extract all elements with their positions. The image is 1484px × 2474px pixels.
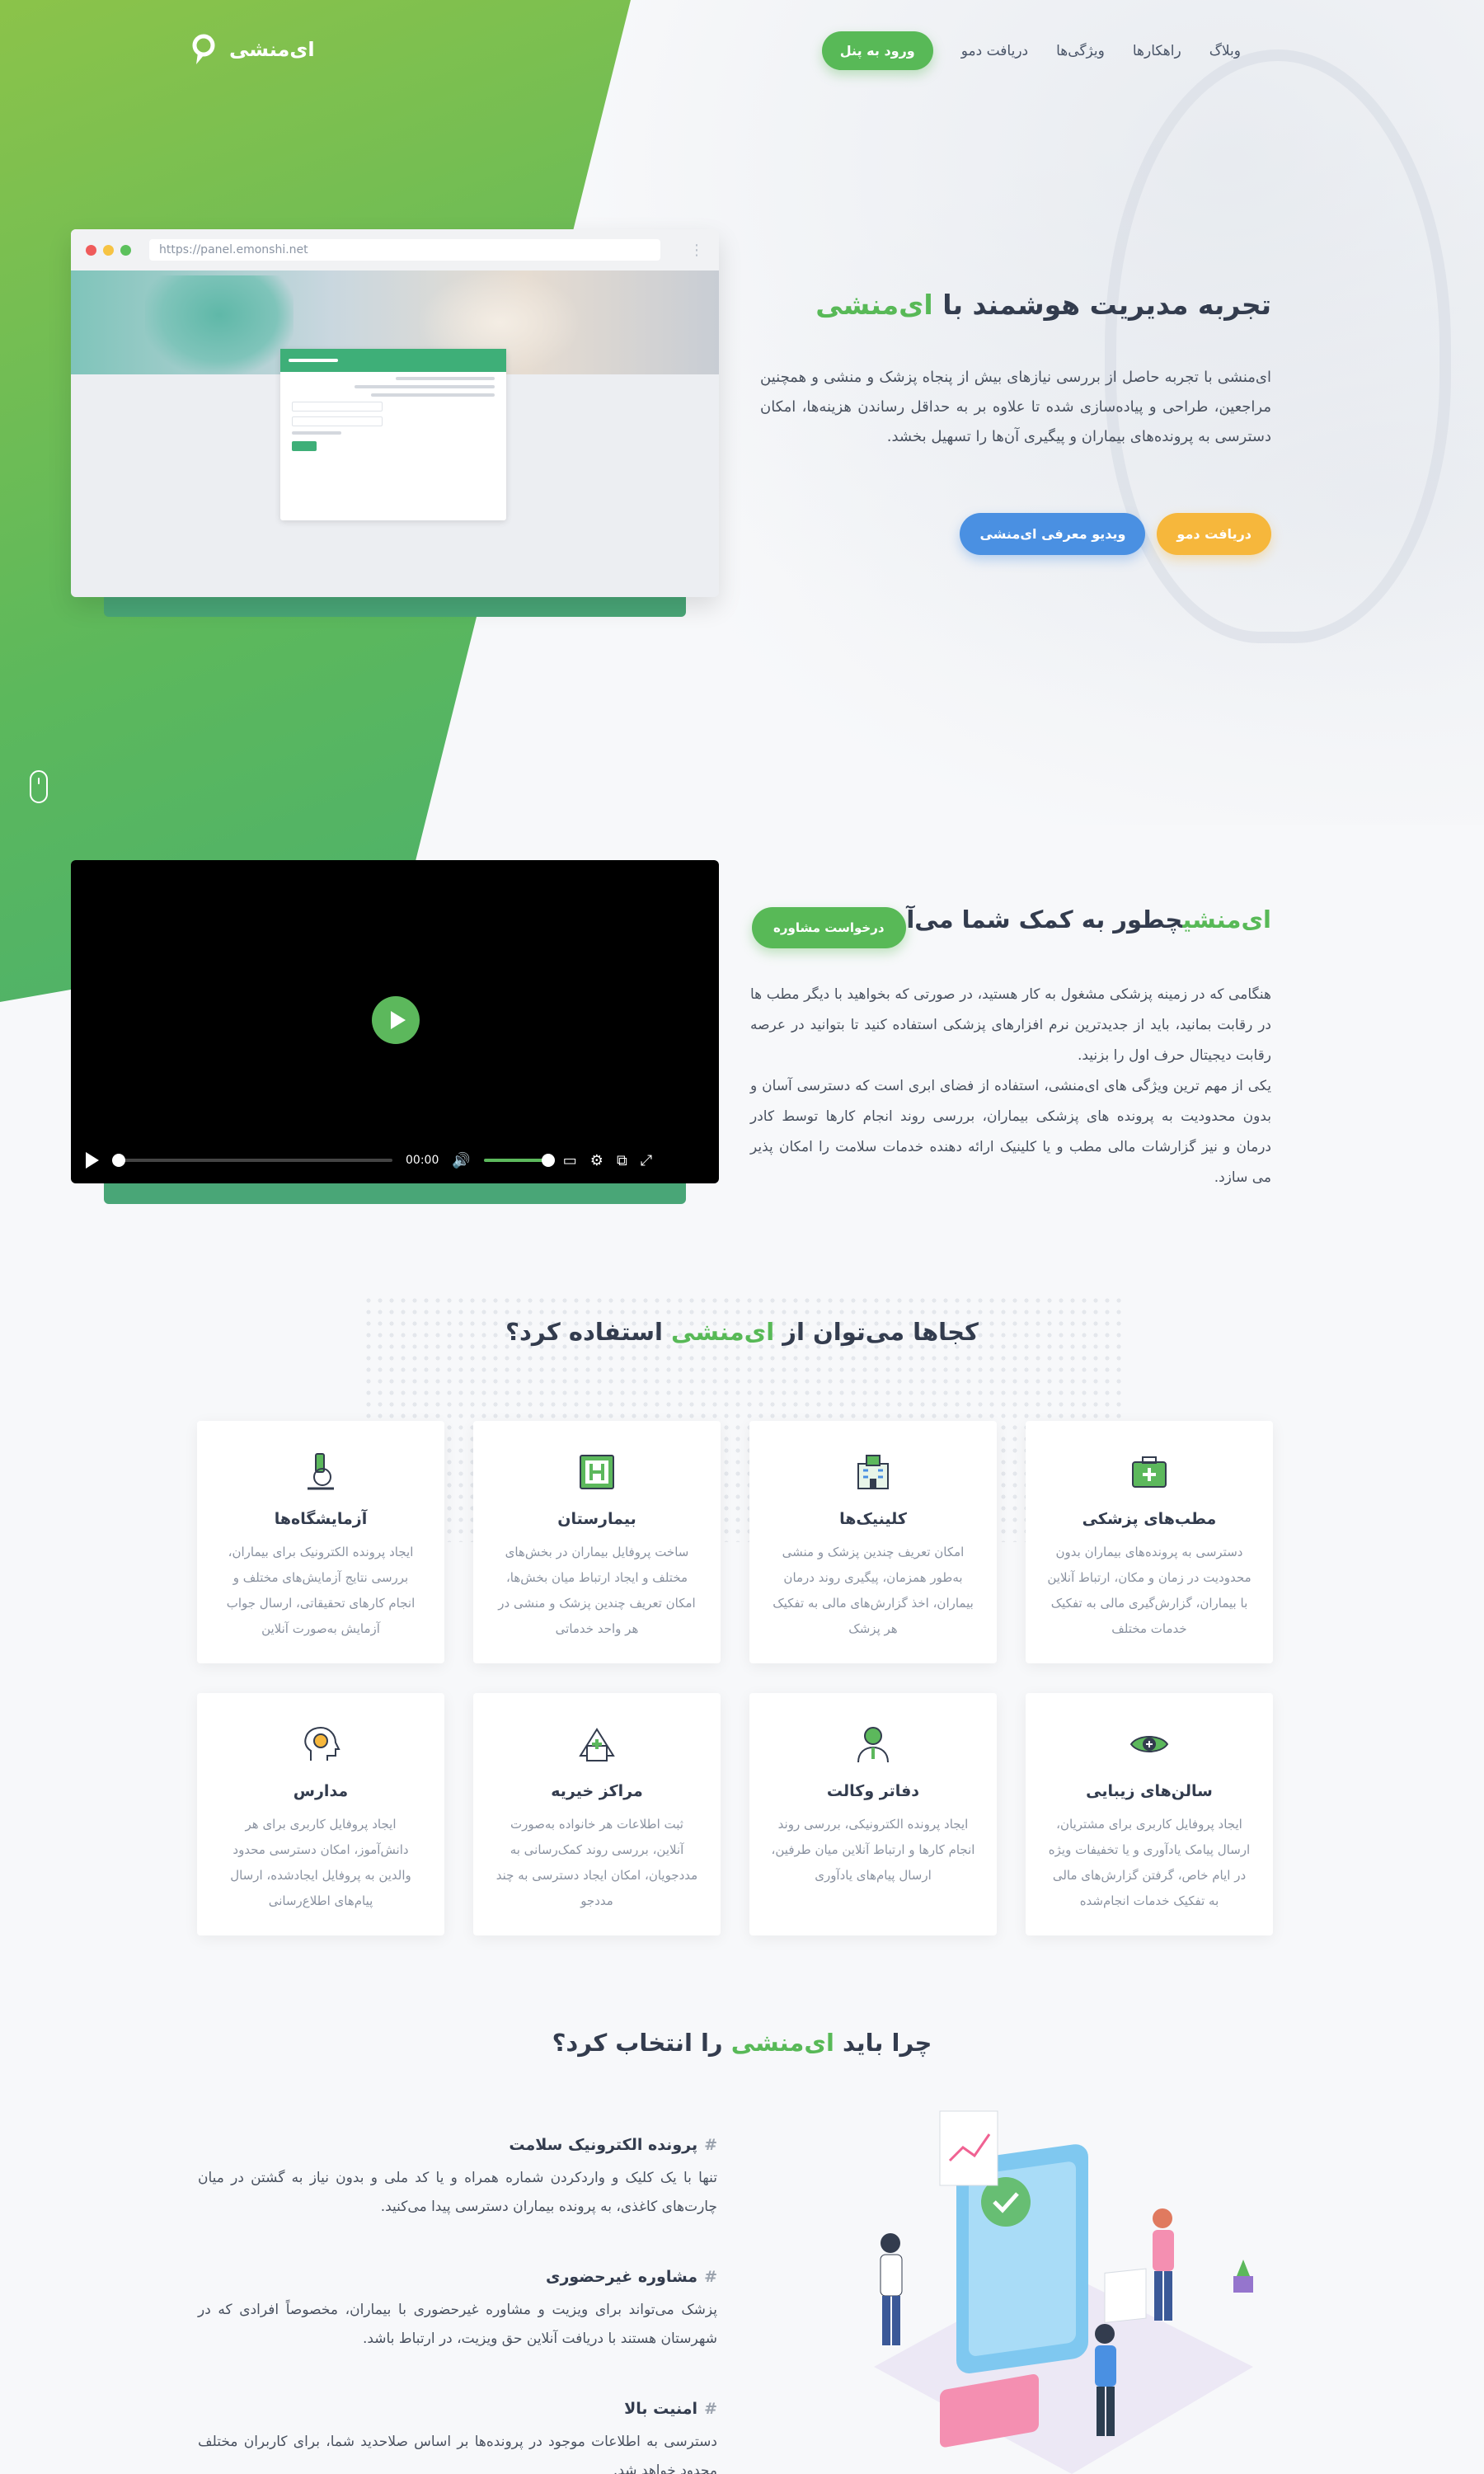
- card-clinics[interactable]: کلینیک‌ها امکان تعریف چندین پزشک و منشی …: [749, 1421, 997, 1663]
- site-header: ای‌منشی وبلاگ راهکارها ویژگی‌ها دریافت د…: [0, 0, 1484, 99]
- help-title: ای‌منشیچطور به کمک شما می‌آید؟: [869, 905, 1271, 934]
- hero-description: ای‌منشی با تجربه حاصل از بررسی نیازهای ب…: [760, 369, 1271, 445]
- progress-handle[interactable]: [112, 1154, 125, 1167]
- intro-video-button[interactable]: ویدیو معرفی ای‌منشی: [960, 513, 1146, 555]
- play-icon[interactable]: [86, 1152, 99, 1169]
- nav-solutions[interactable]: راهکارها: [1133, 43, 1181, 59]
- card-beauty-salons[interactable]: سالن‌های زیبایی ایجاد پروفایل کاربری برا…: [1026, 1693, 1273, 1935]
- close-dot-icon: [86, 244, 96, 256]
- nav-demo[interactable]: دریافت دمو: [961, 43, 1028, 59]
- feature-remote-consultation: #مشاوره غیرحضوری پزشک می‌تواند برای ویزی…: [198, 2268, 717, 2347]
- hospital-icon: [580, 1455, 614, 1489]
- head-brain-icon: [304, 1726, 340, 1761]
- logo-text: ای‌منشی: [229, 38, 315, 61]
- logo-icon: [192, 34, 215, 64]
- medkit-icon: [1132, 1456, 1167, 1488]
- team-collaboration-illustration: [874, 2110, 1253, 2474]
- nav-features[interactable]: ویژگی‌ها: [1056, 43, 1105, 59]
- hero-buttons: دریافت دمو ویدیو معرفی ای‌منشی: [960, 513, 1271, 555]
- fullscreen-icon[interactable]: ⤢: [641, 1152, 652, 1169]
- lawyer-icon: [857, 1727, 889, 1763]
- where-section-title: کجاها می‌توان از ای‌منشی استفاده کرد؟: [505, 1318, 979, 1346]
- help-paragraph-1: هنگامی که در زمینه پزشکی مشغول به کار هس…: [750, 986, 1271, 1064]
- play-overlay-icon[interactable]: [372, 996, 420, 1044]
- video-progress-bar[interactable]: [112, 1154, 392, 1167]
- card-charity-centers[interactable]: مراکز خیریه ثبت اطلاعات هر خانواده به‌صو…: [473, 1693, 721, 1935]
- card-law-offices[interactable]: دفاتر وکالت ایجاد پرونده الکترونیکی، برر…: [749, 1693, 997, 1935]
- hero-title-brand: ای‌منشی: [815, 289, 933, 321]
- volume-icon[interactable]: 🔊: [452, 1152, 470, 1169]
- card-hospital[interactable]: بیمارستان ساخت پروفایل بیماران در بخش‌ها…: [473, 1421, 721, 1663]
- video-player[interactable]: 00:00 🔊 ▭ ⚙ ⧉ ⤢: [71, 860, 719, 1183]
- panel-login-card: [280, 349, 506, 520]
- eye-care-icon: [1129, 1736, 1169, 1752]
- request-consultation-button[interactable]: درخواست مشاوره: [752, 907, 906, 948]
- charity-icon: [579, 1728, 615, 1761]
- browser-toolbar: https://panel.emonshi.net ⋮: [71, 229, 719, 270]
- video-time: 00:00: [406, 1154, 439, 1167]
- get-demo-button[interactable]: دریافت دمو: [1157, 513, 1271, 555]
- nav-blog[interactable]: وبلاگ: [1209, 43, 1241, 59]
- captions-icon[interactable]: ▭: [563, 1152, 577, 1169]
- feature-high-security: #امنیت بالا دسترسی به اطلاعات موجود در پ…: [198, 2400, 717, 2474]
- hero-title: تجربه مدیریت هوشمند با ای‌منشی: [815, 289, 1271, 321]
- popout-icon[interactable]: ⧉: [617, 1152, 627, 1169]
- video-controls: 00:00 🔊 ▭ ⚙ ⧉ ⤢: [71, 1137, 719, 1183]
- settings-gear-icon[interactable]: ⚙: [590, 1152, 603, 1169]
- why-section-title: چرا باید ای‌منشی را انتخاب کرد؟: [552, 2029, 932, 2057]
- logo[interactable]: ای‌منشی: [190, 33, 315, 66]
- help-description: هنگامی که در زمینه پزشکی مشغول به کار هس…: [750, 980, 1271, 1193]
- help-paragraph-2: یکی از مهم ترین ویژگی های ای‌منشی، استفا…: [750, 1078, 1271, 1186]
- card-laboratories[interactable]: آزمایشگاه‌ها ایجاد پرونده الکترونیک برای…: [197, 1421, 444, 1663]
- panel-screenshot-mockup: https://panel.emonshi.net ⋮: [71, 229, 719, 597]
- card-clinics-offices[interactable]: مطب‌های پزشکی دسترسی به پرونده‌های بیمار…: [1026, 1421, 1273, 1663]
- browser-url-bar: https://panel.emonshi.net: [149, 239, 660, 261]
- scroll-mouse-icon[interactable]: [30, 770, 48, 803]
- volume-handle[interactable]: [541, 1154, 555, 1167]
- main-nav: وبلاگ راهکارها ویژگی‌ها دریافت دمو ورود …: [821, 31, 1241, 70]
- microscope-icon: [308, 1453, 334, 1490]
- maximize-dot-icon: [120, 244, 131, 256]
- volume-slider[interactable]: [483, 1154, 555, 1167]
- login-button[interactable]: ورود به پنل: [821, 31, 933, 70]
- card-schools[interactable]: مدارس ایجاد پروفایل کاربری برای هر دانش‌…: [197, 1693, 444, 1935]
- clinic-building-icon: [857, 1455, 889, 1489]
- minimize-dot-icon: [103, 244, 114, 256]
- feature-electronic-record: #پرونده الکترونیک سلامت تنها با یک کلیک …: [198, 2136, 717, 2215]
- browser-more-icon: ⋮: [689, 241, 704, 259]
